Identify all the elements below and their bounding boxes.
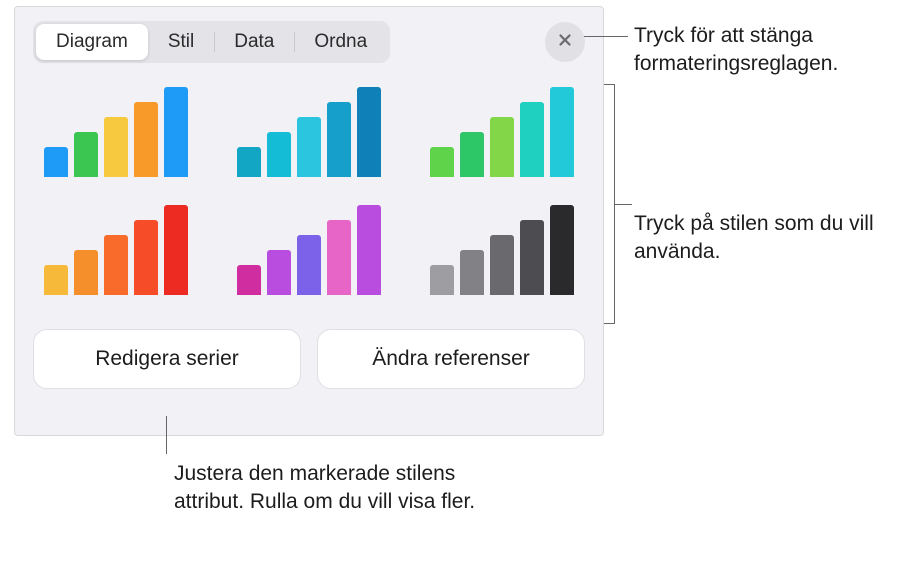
tab-diagram[interactable]: Diagram — [36, 24, 148, 60]
bar-icon — [237, 265, 261, 295]
tab-label: Data — [234, 31, 274, 53]
action-buttons: Redigera serier Ändra referenser — [33, 329, 585, 389]
chart-style-option[interactable] — [226, 201, 391, 301]
bar-icon — [267, 132, 291, 177]
bar-icon — [520, 220, 544, 295]
bar-icon — [550, 87, 574, 177]
bar-icon — [104, 117, 128, 177]
tab-bar: Diagram Stil Data Ordna — [33, 21, 585, 63]
bar-icon — [44, 147, 68, 177]
callout-styles: Tryck på stilen som du vill använda. — [634, 210, 894, 267]
tab-label: Diagram — [56, 31, 128, 53]
bar-icon — [237, 147, 261, 177]
edit-series-button[interactable]: Redigera serier — [33, 329, 301, 389]
chart-styles-grid — [33, 83, 585, 301]
bar-icon — [430, 147, 454, 177]
callout-line — [166, 416, 167, 454]
bar-icon — [74, 250, 98, 295]
callout-bracket — [604, 84, 628, 324]
callout-edit: Justera den markerade stilens attribut. … — [174, 460, 484, 517]
tab-label: Ordna — [314, 31, 367, 53]
bar-icon — [104, 235, 128, 295]
bar-icon — [357, 205, 381, 295]
bar-icon — [164, 205, 188, 295]
tab-data[interactable]: Data — [214, 24, 294, 60]
close-icon — [556, 31, 574, 54]
bar-icon — [327, 102, 351, 177]
chart-style-option[interactable] — [226, 83, 391, 183]
bar-icon — [550, 205, 574, 295]
bar-icon — [134, 102, 158, 177]
bar-icon — [74, 132, 98, 177]
segmented-control: Diagram Stil Data Ordna — [33, 21, 390, 63]
bar-icon — [460, 132, 484, 177]
chart-style-option[interactable] — [33, 201, 198, 301]
bar-icon — [490, 235, 514, 295]
bar-icon — [134, 220, 158, 295]
bar-icon — [430, 265, 454, 295]
tab-label: Stil — [168, 31, 194, 53]
bar-icon — [490, 117, 514, 177]
bar-icon — [327, 220, 351, 295]
chart-style-option[interactable] — [33, 83, 198, 183]
format-panel: Diagram Stil Data Ordna Rediger — [14, 6, 604, 436]
bar-icon — [357, 87, 381, 177]
close-button[interactable] — [545, 22, 585, 62]
bar-icon — [267, 250, 291, 295]
chart-style-option[interactable] — [420, 201, 585, 301]
bar-icon — [460, 250, 484, 295]
button-label: Redigera serier — [95, 347, 239, 371]
bar-icon — [44, 265, 68, 295]
edit-references-button[interactable]: Ändra referenser — [317, 329, 585, 389]
callout-line — [584, 36, 628, 37]
bar-icon — [520, 102, 544, 177]
callout-close: Tryck för att stänga formateringsreglage… — [634, 22, 914, 79]
chart-style-option[interactable] — [420, 83, 585, 183]
tab-arrange[interactable]: Ordna — [294, 24, 387, 60]
tab-style[interactable]: Stil — [148, 24, 214, 60]
bar-icon — [297, 235, 321, 295]
bar-icon — [297, 117, 321, 177]
button-label: Ändra referenser — [372, 347, 530, 371]
bar-icon — [164, 87, 188, 177]
